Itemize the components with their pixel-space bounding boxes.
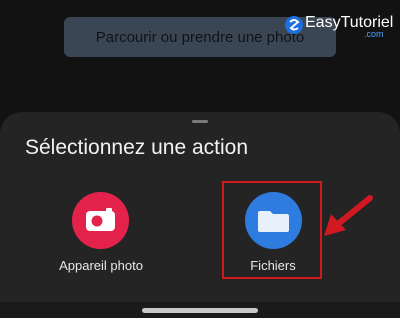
- home-gesture-pill[interactable]: [142, 308, 258, 313]
- browse-or-take-photo-label: Parcourir ou prendre une photo: [95, 28, 305, 46]
- easytutoriel-logo-icon: [285, 16, 303, 34]
- sheet-drag-handle[interactable]: [192, 120, 208, 123]
- camera-app-button[interactable]: [72, 192, 129, 249]
- watermark: EasyTutoriel .com: [284, 10, 396, 40]
- red-pointer-arrow-icon: [324, 195, 373, 236]
- files-highlight-box: [222, 181, 322, 279]
- camera-icon: [86, 208, 115, 231]
- watermark-suffix: .com: [364, 29, 384, 39]
- camera-app-label: Appareil photo: [59, 258, 143, 273]
- system-navigation-bar: [0, 302, 400, 318]
- sheet-title: Sélectionnez une action: [25, 136, 248, 159]
